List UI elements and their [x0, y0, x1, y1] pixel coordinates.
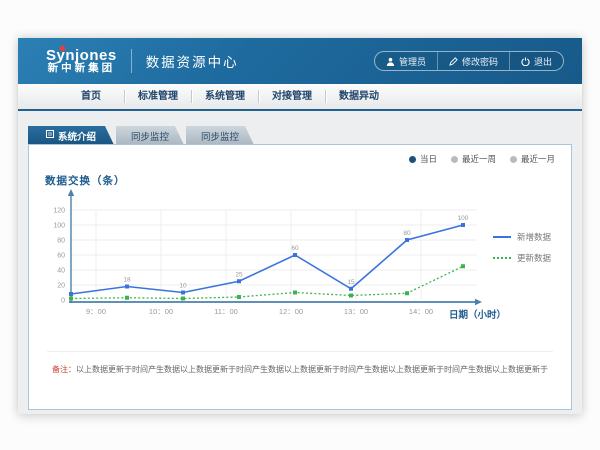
- x-axis-title: 日期（小时）: [449, 307, 506, 321]
- edit-icon: [449, 57, 458, 66]
- svg-text:120: 120: [53, 208, 65, 215]
- tab-system-intro[interactable]: 系统介绍: [28, 126, 114, 145]
- user-toolbar: 管理员 修改密码 退出: [374, 51, 564, 71]
- radio-label: 当日: [420, 153, 437, 165]
- footnote: 备注：以上数据更新于时间产生数据以上数据更新于时间产生数据以上数据更新于时间产生…: [47, 351, 553, 376]
- legend-label: 更新数据: [517, 252, 551, 264]
- svg-text:25: 25: [235, 271, 243, 278]
- nav-item-standard-mgmt[interactable]: 标准管理: [125, 84, 191, 109]
- tab-label: 系统介绍: [58, 129, 96, 143]
- dotted-line-icon: [493, 257, 511, 259]
- legend-item-new-data[interactable]: 新增数据: [493, 231, 551, 243]
- radio-last-week[interactable]: 最近一周: [451, 153, 496, 165]
- main-nav: 首页 标准管理 系统管理 对接管理 数据异动: [18, 84, 582, 111]
- power-icon: [521, 57, 530, 66]
- tab-sync-monitor-1[interactable]: 同步监控: [116, 126, 184, 145]
- solid-line-icon: [493, 236, 511, 238]
- svg-text:12：00: 12：00: [279, 307, 303, 316]
- svg-text:60: 60: [57, 253, 65, 260]
- svg-text:14：00: 14：00: [409, 307, 433, 316]
- legend-item-update-data[interactable]: 更新数据: [493, 252, 551, 264]
- svg-text:11：00: 11：00: [214, 307, 238, 316]
- logout-label: 退出: [534, 55, 552, 68]
- svg-text:40: 40: [57, 268, 65, 275]
- app-window: Synjones 新中新集团 数据资源中心 管理员 修改密码: [18, 38, 582, 414]
- company-logo: Synjones 新中新集团: [46, 48, 117, 75]
- user-icon: [386, 57, 395, 66]
- nav-item-data-change[interactable]: 数据异动: [326, 84, 392, 109]
- svg-text:18: 18: [123, 277, 131, 284]
- nav-item-interface-mgmt[interactable]: 对接管理: [259, 84, 325, 109]
- footnote-text: 以上数据更新于时间产生数据以上数据更新于时间产生数据以上数据更新于时间产生数据以…: [76, 365, 548, 374]
- svg-text:100: 100: [458, 215, 469, 222]
- svg-text:15: 15: [347, 279, 355, 286]
- radio-last-month[interactable]: 最近一月: [510, 153, 555, 165]
- logo-subtext: 新中新集团: [46, 63, 117, 74]
- radio-icon: [451, 156, 458, 163]
- radio-icon: [409, 156, 416, 163]
- chart-legend: 新增数据 更新数据: [493, 231, 551, 264]
- footnote-prefix: 备注：: [52, 365, 76, 374]
- svg-text:20: 20: [57, 283, 65, 290]
- svg-text:80: 80: [57, 238, 65, 245]
- page-title: 数据资源中心: [146, 51, 239, 71]
- tab-label: 同步监控: [201, 129, 239, 143]
- header-divider: [131, 49, 132, 73]
- change-password-label: 修改密码: [462, 55, 498, 68]
- svg-text:60: 60: [291, 245, 299, 252]
- logout-button[interactable]: 退出: [509, 52, 563, 70]
- radio-label: 最近一周: [462, 153, 496, 165]
- svg-text:100: 100: [53, 223, 65, 230]
- desktop-background: Synjones 新中新集团 数据资源中心 管理员 修改密码: [0, 0, 600, 450]
- time-range-filters: 当日 最近一周 最近一月: [409, 153, 555, 165]
- content-panel: 当日 最近一周 最近一月 数据交换（条） 0204060801001209：00…: [28, 144, 572, 410]
- tab-bar: 系统介绍 同步监控 同步监控: [28, 126, 254, 145]
- tab-sync-monitor-2[interactable]: 同步监控: [186, 126, 254, 145]
- svg-text:10：00: 10：00: [149, 307, 173, 316]
- legend-label: 新增数据: [517, 231, 551, 243]
- document-icon: [46, 130, 54, 141]
- radio-label: 最近一月: [521, 153, 555, 165]
- line-chart: 0 20 40 60 80 100 120 9：00 10：00 11：00 12：00 13：00 1…: [31, 185, 483, 337]
- change-password-button[interactable]: 修改密码: [437, 52, 509, 70]
- admin-user-button[interactable]: 管理员: [375, 52, 437, 70]
- nav-item-home[interactable]: 首页: [58, 84, 124, 109]
- radio-today[interactable]: 当日: [409, 153, 437, 165]
- radio-icon: [510, 156, 517, 163]
- nav-item-system-mgmt[interactable]: 系统管理: [192, 84, 258, 109]
- svg-text:10: 10: [179, 283, 187, 290]
- logo-text: Synjones: [46, 48, 117, 64]
- tab-label: 同步监控: [131, 129, 169, 143]
- svg-text:0: 0: [61, 298, 65, 305]
- app-header: Synjones 新中新集团 数据资源中心 管理员 修改密码: [18, 38, 582, 84]
- svg-text:9：00: 9：00: [86, 307, 106, 316]
- svg-text:80: 80: [403, 230, 411, 237]
- svg-text:13：00: 13：00: [344, 307, 368, 316]
- admin-user-label: 管理员: [399, 55, 426, 68]
